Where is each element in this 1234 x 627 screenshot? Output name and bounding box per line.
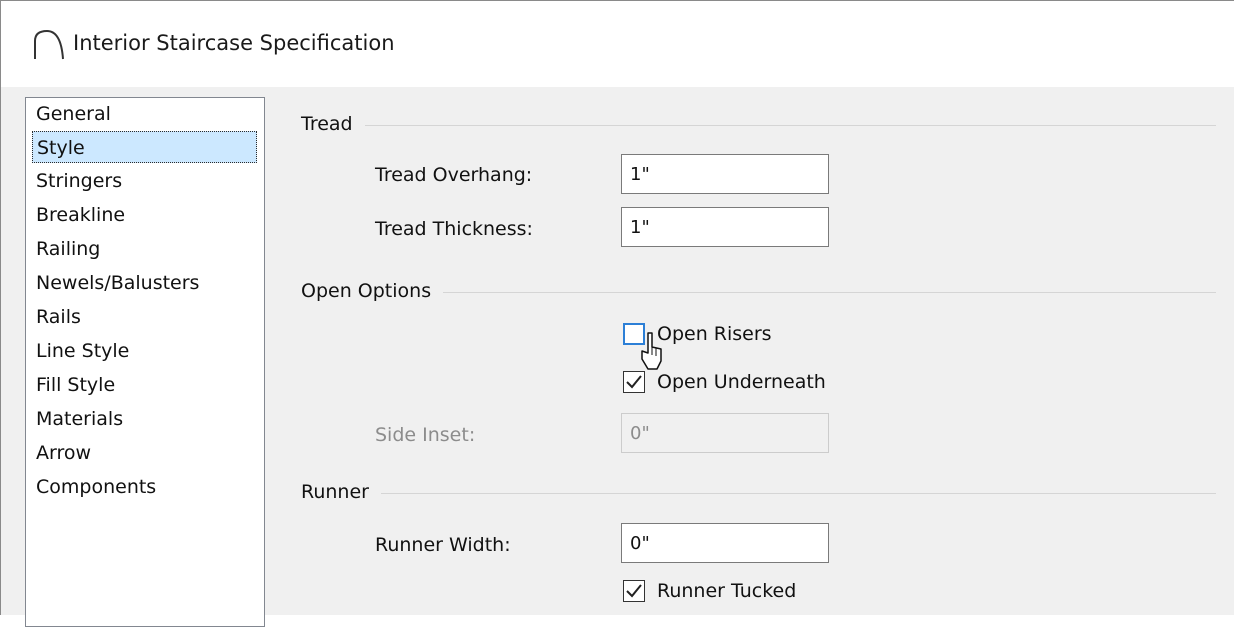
nav-item-line-style[interactable]: Line Style: [32, 335, 133, 367]
tread-group-label: Tread: [301, 113, 365, 135]
nav-item-fill-style[interactable]: Fill Style: [32, 369, 119, 401]
runner-group-label: Runner: [301, 481, 381, 503]
category-list[interactable]: General Style Stringers Breakline Railin…: [25, 97, 265, 627]
tread-thickness-label: Tread Thickness:: [375, 218, 533, 240]
nav-item-breakline[interactable]: Breakline: [32, 199, 129, 231]
dialog-window: Interior Staircase Specification General…: [0, 0, 1234, 627]
open-risers-label[interactable]: Open Risers: [657, 323, 772, 345]
tread-overhang-label: Tread Overhang:: [375, 164, 533, 186]
tread-group-divider: [301, 125, 1216, 126]
nav-item-rails[interactable]: Rails: [32, 301, 85, 333]
nav-item-style[interactable]: Style: [32, 131, 257, 163]
open-underneath-label[interactable]: Open Underneath: [657, 371, 826, 393]
mouse-pointer-icon: [641, 332, 662, 370]
checkmark-icon: [626, 375, 642, 389]
title-bar: Interior Staircase Specification: [1, 1, 1234, 87]
nav-item-railing[interactable]: Railing: [32, 233, 104, 265]
runner-tucked-checkbox[interactable]: [623, 580, 645, 602]
window-title: Interior Staircase Specification: [73, 31, 395, 55]
open-underneath-checkbox[interactable]: [623, 371, 645, 393]
runner-width-input[interactable]: [621, 523, 829, 563]
nav-item-components[interactable]: Components: [32, 471, 160, 503]
tread-thickness-input[interactable]: [621, 207, 829, 247]
runner-tucked-label[interactable]: Runner Tucked: [657, 580, 796, 602]
nav-item-newels-balusters[interactable]: Newels/Balusters: [32, 267, 203, 299]
checkmark-icon: [626, 584, 642, 598]
tread-overhang-input[interactable]: [621, 154, 829, 194]
arch-icon: [34, 29, 64, 60]
nav-item-general[interactable]: General: [32, 98, 115, 130]
runner-width-label: Runner Width:: [375, 534, 511, 556]
side-inset-input: [621, 413, 829, 453]
nav-item-stringers[interactable]: Stringers: [32, 165, 126, 197]
nav-item-materials[interactable]: Materials: [32, 403, 127, 435]
side-inset-label: Side Inset:: [375, 424, 476, 446]
nav-item-arrow[interactable]: Arrow: [32, 437, 95, 469]
open-options-group-label: Open Options: [301, 280, 444, 302]
runner-group-divider: [301, 493, 1216, 494]
